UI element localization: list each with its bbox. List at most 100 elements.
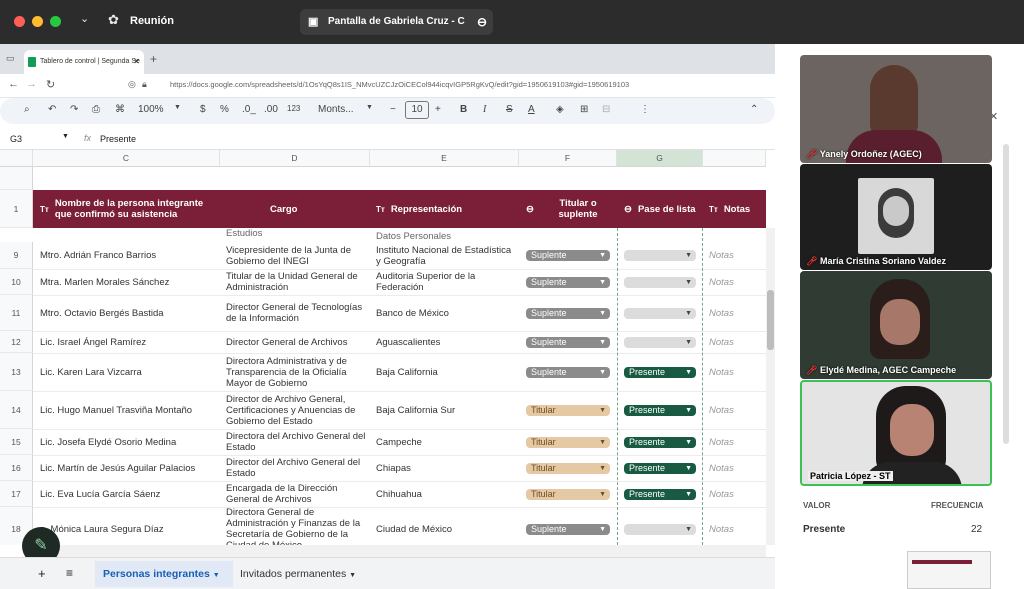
horizontal-scrollbar[interactable] — [33, 545, 766, 557]
chip-titular-suplente[interactable]: Titular ▼ — [526, 488, 610, 500]
minimize-window-button[interactable] — [32, 16, 43, 27]
all-sheets-icon[interactable]: ≡ — [66, 566, 73, 580]
column-header-e[interactable]: E — [370, 150, 519, 167]
formula-input[interactable]: Presente — [100, 134, 136, 144]
cell-notas[interactable]: Notas — [709, 463, 734, 474]
column-header-c[interactable]: C — [33, 150, 220, 167]
tab-list-icon[interactable]: ▭ — [6, 53, 15, 64]
chip-titular-suplente[interactable]: Suplente ▼ — [526, 276, 610, 288]
cell-name[interactable]: Mtro. Octavio Bergés Bastida — [40, 295, 218, 331]
chip-pase-de-lista[interactable]: ▼ — [624, 523, 696, 535]
video-tile[interactable]: 🎤︎ Yanely Ordoñez (AGEC) — [800, 55, 992, 163]
cell-name[interactable]: Lic. Eva Lucía García Sáenz — [40, 481, 218, 507]
chip-pase-de-lista[interactable]: Presente ▼ — [624, 404, 696, 416]
cell-cargo[interactable]: Director del Archivo General del Estado — [226, 455, 366, 481]
row-number[interactable]: 14 — [0, 391, 33, 429]
cell-notas[interactable]: Notas — [709, 250, 734, 261]
video-tile[interactable]: 🎤︎ María Cristina Soriano Valdez — [800, 164, 992, 270]
sheet-tab[interactable]: Invitados permanentes ▼ — [240, 561, 356, 587]
url-text[interactable]: https://docs.google.com/spreadsheets/d/1… — [170, 80, 690, 89]
chip-pase-de-lista[interactable]: Presente ▼ — [624, 488, 696, 500]
decrease-decimal-button[interactable]: .0_ — [242, 104, 256, 115]
chip-titular-suplente[interactable]: Suplente ▼ — [526, 307, 610, 319]
sheet-tab-active[interactable]: Personas integrantes ▼ — [95, 561, 233, 587]
video-tile[interactable]: 🎤︎ Elydé Medina, AGEC Campeche — [800, 271, 992, 379]
chip-pase-de-lista[interactable]: ▼ — [624, 250, 696, 261]
cell-notas[interactable]: Notas — [709, 489, 734, 500]
cell-cargo[interactable]: Director de Archivo General, Certificaci… — [226, 391, 366, 429]
column-header-d[interactable]: D — [220, 150, 370, 167]
cell-rep[interactable]: Campeche — [376, 429, 516, 455]
cell-rep[interactable]: Chiapas — [376, 455, 516, 481]
screen-share-pill[interactable]: ▣ Pantalla de Gabriela Cruz - C ⊖ — [300, 9, 493, 35]
font-size-decrease[interactable]: − — [390, 104, 396, 115]
borders-icon[interactable]: ⊞ — [580, 104, 588, 115]
chip-titular-suplente[interactable]: Titular ▼ — [526, 462, 610, 474]
row-number[interactable]: 11 — [0, 295, 33, 331]
close-window-button[interactable] — [14, 16, 25, 27]
maximize-window-button[interactable] — [50, 16, 61, 27]
row-number[interactable]: 16 — [0, 455, 33, 481]
cell-rep[interactable]: Banco de México — [376, 295, 516, 331]
column-header-h[interactable] — [703, 150, 766, 167]
browser-tab[interactable]: Tablero de control | Segunda Se ✕ — [24, 50, 144, 74]
chevron-down-icon[interactable]: ⌄ — [80, 12, 89, 25]
cell-cargo[interactable]: Director General de Archivos — [226, 331, 366, 353]
cell-rep[interactable]: Baja California — [376, 353, 516, 391]
chip-titular-suplente[interactable]: Suplente ▼ — [526, 366, 610, 378]
number-format-button[interactable]: 123 — [287, 104, 300, 113]
cell-notas[interactable]: Notas — [709, 405, 734, 416]
collapse-toolbar-icon[interactable]: ⌃ — [750, 104, 758, 115]
chip-titular-suplente[interactable]: Suplente ▼ — [526, 523, 610, 535]
strikethrough-button[interactable]: S — [506, 104, 513, 115]
chevron-down-icon[interactable]: ▼ — [174, 104, 181, 111]
cell-name[interactable]: Mtro. Adrián Franco Barrios — [40, 242, 218, 269]
site-info-icon[interactable]: ◎ — [128, 79, 136, 90]
cell-notas[interactable]: Notas — [709, 367, 734, 378]
scrollbar-thumb[interactable] — [767, 290, 774, 350]
self-view-thumbnail[interactable] — [907, 551, 991, 589]
new-tab-icon[interactable]: + — [150, 52, 157, 66]
currency-button[interactable]: $ — [200, 104, 206, 115]
chip-titular-suplente[interactable]: Suplente ▼ — [526, 250, 610, 261]
row-number[interactable]: 10 — [0, 269, 33, 295]
cell-name[interactable]: Lic. Josefa Elydé Osorio Medina — [40, 429, 218, 455]
undo-icon[interactable]: ↶ — [48, 104, 56, 115]
cell-name[interactable]: Lic. Karen Lara Vizcarra — [40, 353, 218, 391]
merge-cells-icon[interactable]: ⊟ — [602, 104, 610, 115]
chip-titular-suplente[interactable]: Titular ▼ — [526, 404, 610, 416]
row-number[interactable]: 17 — [0, 481, 33, 507]
cell-cargo[interactable]: Directora del Archivo General del Estado — [226, 429, 366, 455]
cell-cargo[interactable]: Vicepresidente de la Junta de Gobierno d… — [226, 242, 366, 269]
panel-scrollbar[interactable] — [1003, 144, 1009, 444]
print-icon[interactable]: ⎙ — [92, 104, 100, 115]
cell-name[interactable]: Lic. Martín de Jesús Aguilar Palacios — [40, 455, 218, 481]
vertical-scrollbar[interactable] — [766, 228, 775, 545]
video-tile-active-speaker[interactable]: Patricia López - ST — [800, 380, 992, 486]
chip-pase-de-lista[interactable]: ▼ — [624, 307, 696, 319]
cell-cargo[interactable]: Directora General de Administración y Fi… — [226, 507, 366, 545]
fill-color-icon[interactable]: ◈ — [556, 104, 564, 115]
cell-name[interactable]: Lic. Israel Ángel Ramírez — [40, 331, 218, 353]
chip-pase-de-lista[interactable]: ▼ — [624, 276, 696, 288]
back-icon[interactable]: ← — [8, 78, 19, 90]
cell-rep[interactable]: Auditoria Superior de la Federación — [376, 269, 516, 295]
cell-rep[interactable]: Baja California Sur — [376, 391, 516, 429]
chevron-down-icon[interactable]: ▼ — [366, 104, 373, 111]
close-tab-icon[interactable]: ✕ — [133, 50, 140, 74]
cell-rep[interactable]: Ciudad de México — [376, 507, 516, 545]
column-header-f[interactable]: F — [519, 150, 617, 167]
cell-cargo[interactable]: Titular de la Unidad General de Administ… — [226, 269, 366, 295]
reload-icon[interactable]: ↻ — [46, 78, 55, 91]
row-number[interactable]: 9 — [0, 242, 33, 269]
italic-button[interactable]: I — [483, 104, 486, 115]
corner-header[interactable] — [0, 150, 33, 167]
bold-button[interactable]: B — [460, 104, 467, 115]
redo-icon[interactable]: ↷ — [70, 104, 78, 115]
cell-notas[interactable]: Notas — [709, 308, 734, 319]
cell-notas[interactable]: Notas — [709, 337, 734, 348]
more-icon[interactable]: ⊖ — [477, 9, 487, 35]
row-number[interactable]: 15 — [0, 429, 33, 455]
text-color-button[interactable]: A — [528, 104, 535, 115]
cell-cargo[interactable]: Encargada de la Dirección General de Arc… — [226, 481, 366, 507]
